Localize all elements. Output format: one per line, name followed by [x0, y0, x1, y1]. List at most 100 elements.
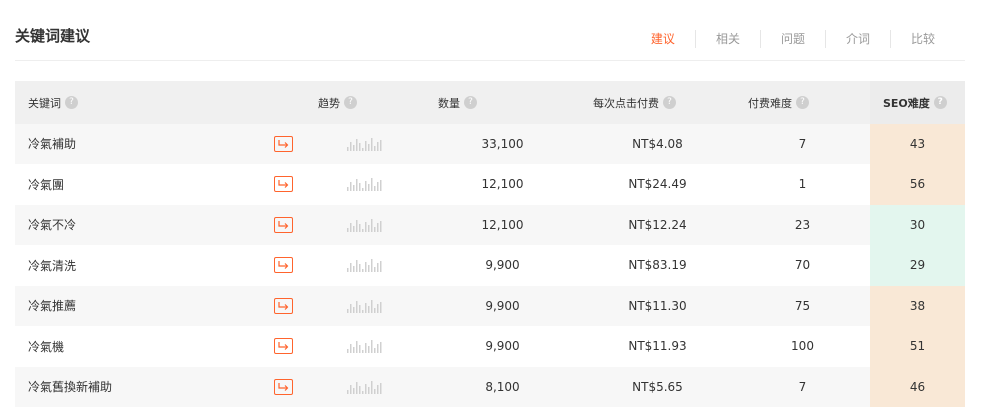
help-icon[interactable]: ? — [933, 96, 947, 109]
volume-cell: 9,900 — [485, 258, 520, 273]
arrow-turn-right-icon[interactable] — [274, 135, 293, 152]
keyword-text[interactable]: 冷氣推薦 — [28, 297, 76, 314]
page-title: 关键词建议 — [15, 27, 91, 45]
header-divider — [15, 60, 965, 61]
column-header-cpc[interactable]: 每次点击付费 ? — [580, 81, 735, 124]
paid-difficulty-cell: 75 — [794, 298, 811, 313]
column-label: 关键词 — [28, 96, 61, 110]
volume-cell: 12,100 — [481, 217, 524, 232]
keyword-table: 关键词 ? 趋势 ? 数量 ? 每次点击付费 ? 付费难度 ? SEO难度 ? … — [15, 81, 965, 408]
table-row: 冷氣補助 33,100 NT$4.08 7 43 — [15, 123, 965, 165]
paid-difficulty-cell: 7 — [798, 136, 807, 151]
cpc-cell: NT$83.19 — [628, 258, 687, 273]
cpc-cell: NT$12.24 — [628, 217, 687, 232]
column-label: 付费难度 — [748, 96, 792, 110]
help-icon[interactable]: ? — [796, 96, 809, 109]
keyword-text[interactable]: 冷氣補助 — [28, 135, 76, 152]
seo-difficulty-cell: 51 — [870, 326, 965, 367]
arrow-turn-right-icon[interactable] — [274, 378, 293, 395]
column-label: 每次点击付费 — [593, 96, 659, 110]
paid-difficulty-cell: 1 — [798, 177, 807, 192]
column-label: 趋势 — [318, 96, 340, 110]
keyword-cell: 冷氣團 — [15, 164, 305, 205]
column-header-volume[interactable]: 数量 ? — [425, 81, 580, 124]
volume-cell: 12,100 — [481, 177, 524, 192]
trend-cell — [305, 124, 425, 165]
cpc-cell: NT$11.30 — [628, 298, 687, 313]
keyword-cell: 冷氣舊換新補助 — [15, 367, 305, 408]
cpc-cell: NT$5.65 — [632, 379, 683, 394]
help-icon[interactable]: ? — [65, 96, 78, 109]
cpc-cell: NT$11.93 — [628, 339, 687, 354]
column-header-paid-difficulty[interactable]: 付费难度 ? — [735, 81, 870, 124]
paid-difficulty-cell: 23 — [794, 217, 811, 232]
seo-difficulty-cell: 29 — [870, 245, 965, 286]
keyword-cell: 冷氣機 — [15, 326, 305, 367]
trend-cell — [305, 245, 425, 286]
column-label: 数量 — [438, 96, 460, 110]
paid-difficulty-cell: 100 — [791, 339, 814, 354]
keyword-text[interactable]: 冷氣團 — [28, 176, 64, 193]
keyword-cell: 冷氣推薦 — [15, 286, 305, 327]
tab-bar: 建议 相关 问题 介词 比较 — [631, 30, 955, 48]
table-row: 冷氣機 9,900 NT$11.93 100 51 — [15, 326, 965, 367]
mini-bar-chart-icon — [345, 299, 385, 313]
volume-cell: 9,900 — [485, 298, 520, 313]
table-body: 冷氣補助 33,100 NT$4.08 7 43 冷氣團 12,100 NT$2… — [15, 123, 965, 408]
paid-difficulty-cell: 70 — [794, 258, 811, 273]
keyword-text[interactable]: 冷氣不冷 — [28, 216, 76, 233]
seo-difficulty-cell: 56 — [870, 164, 965, 205]
mini-bar-chart-icon — [345, 137, 385, 151]
mini-bar-chart-icon — [345, 177, 385, 192]
tab-suggestions[interactable]: 建议 — [631, 30, 695, 48]
seo-difficulty-cell: 30 — [870, 204, 965, 245]
table-row: 冷氣推薦 9,900 NT$11.30 75 38 — [15, 285, 965, 327]
arrow-turn-right-icon[interactable] — [274, 338, 293, 354]
table-row: 冷氣清洗 9,900 NT$83.19 70 29 — [15, 245, 965, 286]
header: 关键词建议 建议 相关 问题 介词 比较 — [0, 0, 1000, 61]
tab-related[interactable]: 相关 — [694, 30, 760, 48]
trend-cell — [305, 164, 425, 205]
keyword-cell: 冷氣補助 — [15, 124, 305, 165]
mini-bar-chart-icon — [345, 258, 385, 273]
keyword-cell: 冷氣清洗 — [15, 245, 305, 286]
paid-difficulty-cell: 7 — [798, 379, 807, 394]
seo-difficulty-cell: 43 — [870, 123, 965, 164]
tab-prepositions[interactable]: 介词 — [824, 30, 890, 48]
trend-cell — [305, 326, 425, 367]
column-header-trend[interactable]: 趋势 ? — [305, 81, 425, 124]
keyword-text[interactable]: 冷氣舊換新補助 — [28, 378, 112, 395]
trend-cell — [305, 205, 425, 246]
column-label: SEO难度 — [883, 96, 930, 110]
keyword-text[interactable]: 冷氣機 — [28, 338, 64, 355]
trend-cell — [305, 286, 425, 327]
arrow-turn-right-icon[interactable] — [274, 216, 293, 233]
keyword-text[interactable]: 冷氣清洗 — [28, 257, 76, 274]
table-row: 冷氣不冷 12,100 NT$12.24 23 30 — [15, 204, 965, 246]
cpc-cell: NT$24.49 — [628, 177, 687, 192]
tab-questions[interactable]: 问题 — [759, 30, 825, 48]
volume-cell: 33,100 — [481, 136, 524, 151]
arrow-turn-right-icon[interactable] — [274, 176, 293, 192]
help-icon[interactable]: ? — [464, 96, 477, 109]
column-header-keyword[interactable]: 关键词 ? — [15, 81, 305, 124]
seo-difficulty-cell: 46 — [870, 366, 965, 407]
arrow-turn-right-icon[interactable] — [274, 297, 293, 314]
table-row: 冷氣團 12,100 NT$24.49 1 56 — [15, 164, 965, 205]
column-header-seo-difficulty[interactable]: SEO难度 ? — [870, 81, 965, 124]
volume-cell: 8,100 — [485, 379, 520, 394]
table-row: 冷氣舊換新補助 8,100 NT$5.65 7 46 — [15, 366, 965, 408]
arrow-turn-right-icon[interactable] — [274, 257, 293, 273]
help-icon[interactable]: ? — [663, 96, 676, 109]
help-icon[interactable]: ? — [344, 96, 357, 109]
seo-difficulty-cell: 38 — [870, 285, 965, 326]
volume-cell: 9,900 — [485, 339, 520, 354]
mini-bar-chart-icon — [345, 218, 385, 232]
table-header: 关键词 ? 趋势 ? 数量 ? 每次点击付费 ? 付费难度 ? SEO难度 ? — [15, 81, 965, 124]
mini-bar-chart-icon — [345, 380, 385, 394]
mini-bar-chart-icon — [345, 339, 385, 354]
keyword-cell: 冷氣不冷 — [15, 205, 305, 246]
trend-cell — [305, 367, 425, 408]
cpc-cell: NT$4.08 — [632, 136, 683, 151]
tab-comparisons[interactable]: 比较 — [889, 30, 955, 48]
